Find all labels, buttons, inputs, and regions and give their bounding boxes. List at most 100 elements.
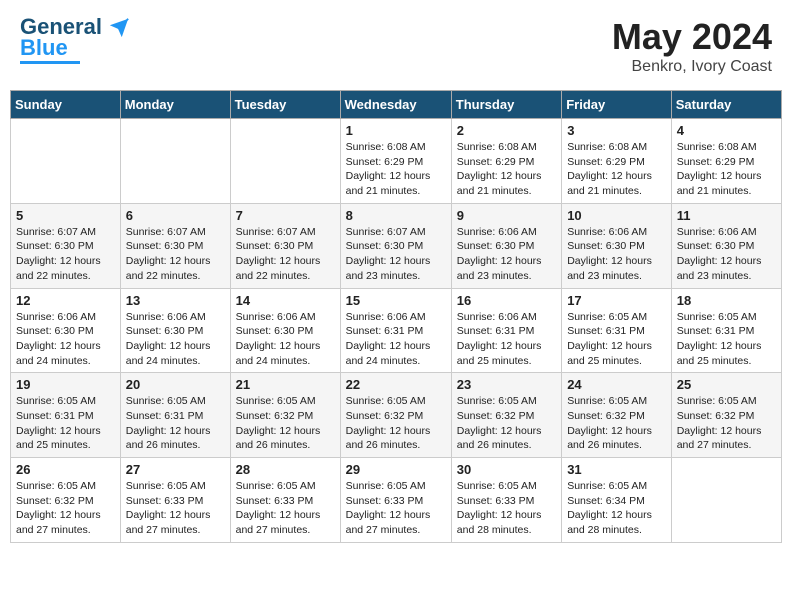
logo: General Blue — [20, 16, 130, 64]
calendar-cell: 31 Sunrise: 6:05 AMSunset: 6:34 PMDayligh… — [562, 458, 672, 543]
day-info: Sunrise: 6:07 AMSunset: 6:30 PMDaylight:… — [346, 225, 446, 284]
day-info: Sunrise: 6:08 AMSunset: 6:29 PMDaylight:… — [346, 140, 446, 199]
calendar-cell: 29Sunrise: 6:05 AMSunset: 6:33 PMDayligh… — [340, 458, 451, 543]
day-info: Sunrise: 6:05 AMSunset: 6:32 PMDaylight:… — [236, 394, 335, 453]
day-number: 10 — [567, 208, 666, 223]
calendar-cell: 5 Sunrise: 6:07 AMSunset: 6:30 PMDaylight… — [11, 203, 121, 288]
day-number: 22 — [346, 377, 446, 392]
calendar-cell: 8 Sunrise: 6:07 AMSunset: 6:30 PMDaylight… — [340, 203, 451, 288]
day-number: 31 — [567, 462, 666, 477]
day-number: 29 — [346, 462, 446, 477]
calendar-cell — [11, 119, 121, 204]
title-block: May 2024 Benkro, Ivory Coast — [612, 16, 772, 76]
calendar-cell: 25Sunrise: 6:05 AMSunset: 6:32 PMDayligh… — [671, 373, 781, 458]
day-number: 13 — [126, 293, 225, 308]
day-info: Sunrise: 6:05 AMSunset: 6:31 PMDaylight:… — [677, 310, 776, 369]
day-number: 12 — [16, 293, 115, 308]
calendar-week-2: 5 Sunrise: 6:07 AMSunset: 6:30 PMDaylight… — [11, 203, 782, 288]
day-info: Sunrise: 6:06 AMSunset: 6:30 PMDaylight:… — [236, 310, 335, 369]
calendar-cell — [120, 119, 230, 204]
calendar-cell: 24 Sunrise: 6:05 AMSunset: 6:32 PMDayligh… — [562, 373, 672, 458]
day-info: Sunrise: 6:05 AMSunset: 6:31 PMDaylight:… — [126, 394, 225, 453]
header-saturday: Saturday — [671, 91, 781, 119]
day-number: 4 — [677, 123, 776, 138]
day-number: 7 — [236, 208, 335, 223]
day-number: 17 — [567, 293, 666, 308]
calendar-cell: 3 Sunrise: 6:08 AMSunset: 6:29 PMDaylight… — [562, 119, 672, 204]
calendar-location: Benkro, Ivory Coast — [612, 58, 772, 76]
weekday-header-row: Sunday Monday Tuesday Wednesday Thursday… — [11, 91, 782, 119]
calendar-cell: 28 Sunrise: 6:05 AMSunset: 6:33 PMDayligh… — [230, 458, 340, 543]
day-number: 9 — [457, 208, 556, 223]
calendar-cell: 16Sunrise: 6:06 AMSunset: 6:31 PMDayligh… — [451, 288, 561, 373]
day-info: Sunrise: 6:08 AMSunset: 6:29 PMDaylight:… — [567, 140, 666, 199]
header-sunday: Sunday — [11, 91, 121, 119]
day-number: 6 — [126, 208, 225, 223]
day-number: 23 — [457, 377, 556, 392]
calendar-cell: 26Sunrise: 6:05 AMSunset: 6:32 PMDayligh… — [11, 458, 121, 543]
day-number: 27 — [126, 462, 225, 477]
day-number: 21 — [236, 377, 335, 392]
day-number: 14 — [236, 293, 335, 308]
calendar-cell: 30 Sunrise: 6:05 AMSunset: 6:33 PMDayligh… — [451, 458, 561, 543]
logo-divider — [20, 61, 80, 64]
calendar-week-4: 19 Sunrise: 6:05 AMSunset: 6:31 PMDayligh… — [11, 373, 782, 458]
day-info: Sunrise: 6:05 AMSunset: 6:33 PMDaylight:… — [126, 479, 225, 538]
day-info: Sunrise: 6:05 AMSunset: 6:32 PMDaylight:… — [677, 394, 776, 453]
calendar-cell: 17Sunrise: 6:05 AMSunset: 6:31 PMDayligh… — [562, 288, 672, 373]
day-info: Sunrise: 6:05 AMSunset: 6:32 PMDaylight:… — [567, 394, 666, 453]
day-info: Sunrise: 6:06 AMSunset: 6:30 PMDaylight:… — [457, 225, 556, 284]
calendar-cell: 10 Sunrise: 6:06 AMSunset: 6:30 PMDayligh… — [562, 203, 672, 288]
day-number: 28 — [236, 462, 335, 477]
calendar-cell: 9 Sunrise: 6:06 AMSunset: 6:30 PMDaylight… — [451, 203, 561, 288]
calendar-cell: 12 Sunrise: 6:06 AMSunset: 6:30 PMDayligh… — [11, 288, 121, 373]
calendar-cell: 23 Sunrise: 6:05 AMSunset: 6:32 PMDayligh… — [451, 373, 561, 458]
day-info: Sunrise: 6:05 AMSunset: 6:33 PMDaylight:… — [457, 479, 556, 538]
day-number: 11 — [677, 208, 776, 223]
day-info: Sunrise: 6:05 AMSunset: 6:31 PMDaylight:… — [16, 394, 115, 453]
day-number: 3 — [567, 123, 666, 138]
calendar-header: Sunday Monday Tuesday Wednesday Thursday… — [11, 91, 782, 119]
day-info: Sunrise: 6:07 AMSunset: 6:30 PMDaylight:… — [16, 225, 115, 284]
day-info: Sunrise: 6:06 AMSunset: 6:30 PMDaylight:… — [126, 310, 225, 369]
calendar-cell: 1Sunrise: 6:08 AMSunset: 6:29 PMDaylight… — [340, 119, 451, 204]
day-info: Sunrise: 6:07 AMSunset: 6:30 PMDaylight:… — [126, 225, 225, 284]
day-number: 16 — [457, 293, 556, 308]
calendar-cell: 18 Sunrise: 6:05 AMSunset: 6:31 PMDayligh… — [671, 288, 781, 373]
day-number: 18 — [677, 293, 776, 308]
logo-bird-icon — [108, 17, 130, 39]
day-info: Sunrise: 6:08 AMSunset: 6:29 PMDaylight:… — [677, 140, 776, 199]
day-info: Sunrise: 6:06 AMSunset: 6:30 PMDaylight:… — [16, 310, 115, 369]
calendar-table: Sunday Monday Tuesday Wednesday Thursday… — [10, 90, 782, 543]
day-info: Sunrise: 6:05 AMSunset: 6:32 PMDaylight:… — [457, 394, 556, 453]
header: General Blue May 2024 Benkro, Ivory Coas… — [10, 10, 782, 82]
day-number: 15 — [346, 293, 446, 308]
day-info: Sunrise: 6:06 AMSunset: 6:30 PMDaylight:… — [567, 225, 666, 284]
calendar-title: May 2024 — [612, 16, 772, 58]
day-info: Sunrise: 6:06 AMSunset: 6:30 PMDaylight:… — [677, 225, 776, 284]
calendar-cell: 7Sunrise: 6:07 AMSunset: 6:30 PMDaylight… — [230, 203, 340, 288]
day-info: Sunrise: 6:05 AMSunset: 6:32 PMDaylight:… — [16, 479, 115, 538]
day-info: Sunrise: 6:05 AMSunset: 6:34 PMDaylight:… — [567, 479, 666, 538]
day-info: Sunrise: 6:05 AMSunset: 6:32 PMDaylight:… — [346, 394, 446, 453]
calendar-body: 1Sunrise: 6:08 AMSunset: 6:29 PMDaylight… — [11, 119, 782, 543]
calendar-cell: 2 Sunrise: 6:08 AMSunset: 6:29 PMDaylight… — [451, 119, 561, 204]
day-info: Sunrise: 6:08 AMSunset: 6:29 PMDaylight:… — [457, 140, 556, 199]
day-number: 19 — [16, 377, 115, 392]
day-number: 5 — [16, 208, 115, 223]
day-number: 20 — [126, 377, 225, 392]
day-info: Sunrise: 6:05 AMSunset: 6:33 PMDaylight:… — [236, 479, 335, 538]
day-number: 8 — [346, 208, 446, 223]
calendar-cell — [230, 119, 340, 204]
day-number: 24 — [567, 377, 666, 392]
calendar-cell: 20 Sunrise: 6:05 AMSunset: 6:31 PMDayligh… — [120, 373, 230, 458]
day-number: 30 — [457, 462, 556, 477]
header-thursday: Thursday — [451, 91, 561, 119]
header-friday: Friday — [562, 91, 672, 119]
header-tuesday: Tuesday — [230, 91, 340, 119]
calendar-cell: 19 Sunrise: 6:05 AMSunset: 6:31 PMDayligh… — [11, 373, 121, 458]
calendar-cell: 4 Sunrise: 6:08 AMSunset: 6:29 PMDaylight… — [671, 119, 781, 204]
day-number: 2 — [457, 123, 556, 138]
calendar-cell: 21 Sunrise: 6:05 AMSunset: 6:32 PMDayligh… — [230, 373, 340, 458]
calendar-cell: 22 Sunrise: 6:05 AMSunset: 6:32 PMDayligh… — [340, 373, 451, 458]
